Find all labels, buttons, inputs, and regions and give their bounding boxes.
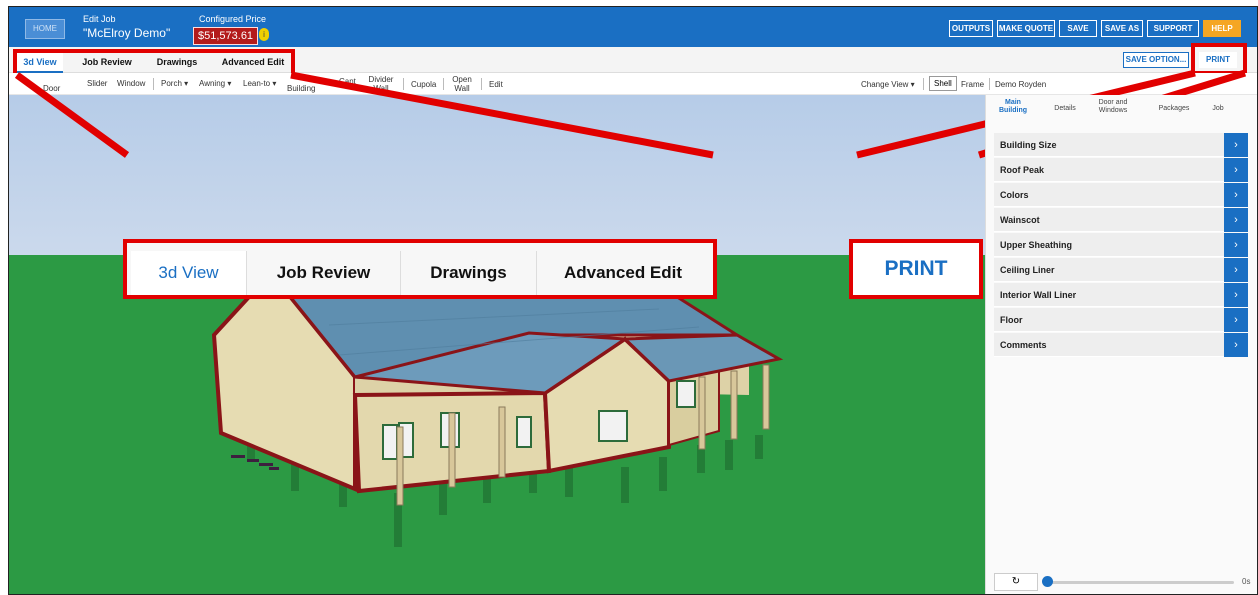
section-roof-peak[interactable]: Roof Peak › (994, 158, 1248, 182)
toolbar-divider (923, 78, 924, 90)
print-callout: PRINT (849, 239, 983, 299)
tool-open-wall[interactable]: Open Wall (451, 75, 473, 93)
tool-door[interactable]: Door (43, 84, 60, 93)
section-building-size[interactable]: Building Size › (994, 133, 1248, 157)
tool-lean-to[interactable]: Lean-to ▾ (243, 79, 276, 88)
tool-window[interactable]: Window (117, 79, 145, 88)
chevron-right-icon[interactable]: › (1224, 208, 1248, 232)
print-highlight-box (1191, 43, 1247, 75)
chevron-right-icon[interactable]: › (1224, 158, 1248, 182)
section-label: Upper Sheathing (1000, 240, 1073, 250)
chevron-right-icon[interactable]: › (1224, 333, 1248, 357)
section-label: Wainscot (1000, 215, 1040, 225)
toolbar-divider (153, 78, 154, 90)
section-wainscot[interactable]: Wainscot › (994, 208, 1248, 232)
top-bar: HOME Edit Job "McElroy Demo" Configured … (9, 7, 1257, 47)
configured-price-label: Configured Price (199, 14, 267, 24)
tool-cupola[interactable]: Cupola (411, 80, 436, 89)
panel-tab-packages[interactable]: Packages (1154, 105, 1194, 113)
building-model (211, 241, 784, 547)
chevron-right-icon[interactable]: › (1224, 133, 1248, 157)
configured-price-value: $51,573.61 (193, 27, 259, 45)
job-name: "McElroy Demo" (83, 26, 171, 40)
tool-cant[interactable]: Cant (339, 77, 356, 86)
3d-viewport[interactable]: 3d View Job Review Drawings Advanced Edi… (9, 95, 985, 594)
section-floor[interactable]: Floor › (994, 308, 1248, 332)
app-window: HOME Edit Job "McElroy Demo" Configured … (8, 6, 1258, 595)
section-comments[interactable]: Comments › (994, 333, 1248, 357)
options-panel: Main Building Details Door and Windows P… (985, 95, 1257, 594)
tabs-callout: 3d View Job Review Drawings Advanced Edi… (123, 239, 717, 299)
make-quote-button[interactable]: MAKE QUOTE (997, 20, 1055, 37)
tool-building[interactable]: Building (287, 84, 315, 93)
timeline-slider-handle[interactable] (1042, 576, 1053, 587)
callout-tab-3d-view: 3d View (131, 251, 247, 295)
panel-tab-main-building[interactable]: Main Building (996, 99, 1030, 115)
panel-tab-door-windows[interactable]: Door and Windows (1092, 99, 1134, 115)
chevron-right-icon[interactable]: › (1224, 258, 1248, 282)
toolbar-divider (989, 78, 990, 90)
outputs-button[interactable]: OUTPUTS (949, 20, 993, 37)
save-option-button[interactable]: SAVE OPTION... (1123, 52, 1189, 68)
change-view-dropdown[interactable]: Change View ▾ (861, 80, 915, 89)
tools-toolbar: Door Slider Window Porch ▾ Awning ▾ Lean… (9, 73, 1257, 95)
demo-label: Demo Royden (995, 80, 1047, 89)
section-label: Building Size (1000, 140, 1057, 150)
price-info-icon[interactable]: i (259, 28, 269, 41)
section-label: Comments (1000, 340, 1047, 350)
tool-awning[interactable]: Awning ▾ (199, 79, 231, 88)
tool-divider-wall[interactable]: Divider Wall (367, 75, 395, 93)
callout-tab-job-review: Job Review (247, 251, 401, 295)
chevron-right-icon[interactable]: › (1224, 233, 1248, 257)
tool-edit[interactable]: Edit (489, 80, 503, 89)
section-label: Roof Peak (1000, 165, 1045, 175)
save-button[interactable]: SAVE (1059, 20, 1097, 37)
edit-job-label: Edit Job (83, 14, 116, 24)
chevron-right-icon[interactable]: › (1224, 183, 1248, 207)
chevron-right-icon[interactable]: › (1224, 283, 1248, 307)
panel-tab-details[interactable]: Details (1048, 105, 1082, 113)
frame-toggle[interactable]: Frame (961, 80, 984, 89)
home-button[interactable]: HOME (25, 19, 65, 39)
section-ceiling-liner[interactable]: Ceiling Liner › (994, 258, 1248, 282)
section-interior-wall-liner[interactable]: Interior Wall Liner › (994, 283, 1248, 307)
tool-slider[interactable]: Slider (87, 79, 107, 88)
tab-row: 3d View Job Review Drawings Advanced Edi… (9, 43, 1257, 77)
section-upper-sheathing[interactable]: Upper Sheathing › (994, 233, 1248, 257)
section-colors[interactable]: Colors › (994, 183, 1248, 207)
section-label: Interior Wall Liner (1000, 290, 1077, 300)
save-as-button[interactable]: SAVE AS (1101, 20, 1143, 37)
section-label: Ceiling Liner (1000, 265, 1055, 275)
tool-porch[interactable]: Porch ▾ (161, 79, 188, 88)
refresh-icon[interactable]: ↻ (994, 573, 1038, 591)
callout-tab-drawings: Drawings (401, 251, 537, 295)
timeline-slider[interactable] (1044, 581, 1234, 584)
toolbar-divider (443, 78, 444, 90)
section-label: Colors (1000, 190, 1029, 200)
timeline-time-label: 0s (1242, 577, 1251, 586)
callout-tab-advanced-edit: Advanced Edit (563, 263, 683, 282)
panel-tab-job[interactable]: Job (1206, 105, 1230, 113)
shell-toggle[interactable]: Shell (929, 76, 957, 91)
support-button[interactable]: SUPPORT (1147, 20, 1199, 37)
chevron-right-icon[interactable]: › (1224, 308, 1248, 332)
help-button[interactable]: HELP (1203, 20, 1241, 37)
toolbar-divider (481, 78, 482, 90)
toolbar-divider (403, 78, 404, 90)
section-label: Floor (1000, 315, 1023, 325)
